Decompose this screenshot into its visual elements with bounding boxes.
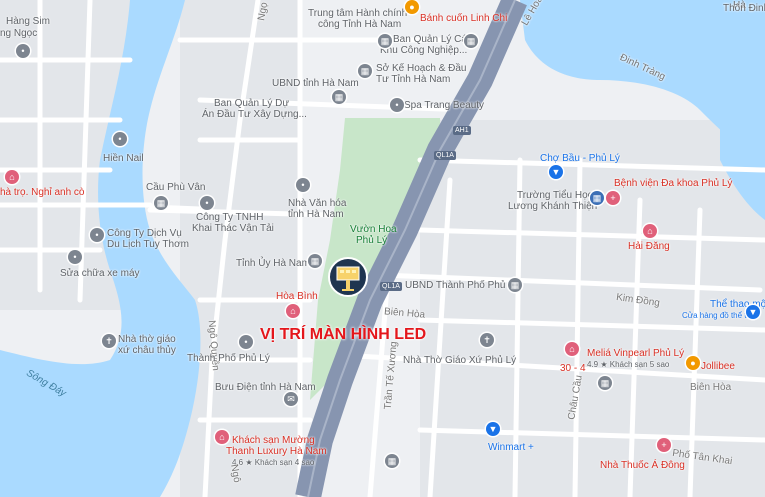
hotel-pin-icon-2[interactable]: ⌂ (643, 224, 657, 238)
hotel-pin-icon-4[interactable]: ⌂ (565, 342, 579, 356)
building-pin-icon-2[interactable]: ▦ (464, 34, 478, 48)
label-ks-muong-1: Khách sạn Mường (232, 435, 315, 446)
shopping-pin-icon-3[interactable]: ▼ (486, 422, 500, 436)
label-ban-ql-da-2: Án Đầu Tư Xây Dựng... (202, 109, 307, 120)
label-ban-ql-da-1: Ban Quản Lý Dự (214, 98, 290, 109)
label-truong-tieu-hoc-1: Trường Tiểu Học (517, 190, 593, 201)
hotel-pin-icon-3[interactable]: ⌂ (286, 304, 300, 318)
label-sua-chua: Sửa chữa xe máy (60, 268, 140, 279)
label-truong-tieu-hoc-2: Lương Khánh Thiện (508, 201, 598, 212)
led-screen-icon[interactable] (328, 257, 368, 299)
shield-ql1a-2: QL1A (380, 282, 402, 291)
label-nha-tho-phu-ly: Nhà Thờ Giáo Xứ Phủ Lý (403, 355, 517, 366)
place-pin-icon[interactable]: • (16, 44, 30, 58)
label-vuon-hoa-1: Vườn Hoa (350, 224, 397, 235)
label-hoa-binh: Hòa Bình (276, 291, 318, 302)
label-hai-dang: Hải Đăng (628, 241, 670, 252)
school-pin-icon[interactable]: ▦ (590, 191, 604, 205)
place-pin-icon-4[interactable]: • (296, 178, 310, 192)
building-pin-icon-5[interactable]: ▦ (308, 254, 322, 268)
label-hang-sim: Hàng Sim (6, 16, 50, 27)
post-office-pin-icon[interactable]: ✉ (284, 392, 298, 406)
shopping-pin-icon-2[interactable]: ▼ (746, 305, 760, 319)
building-pin-icon-7[interactable]: ▦ (598, 376, 612, 390)
church-pin-icon[interactable]: ✝ (102, 334, 116, 348)
label-cong-ty-tnhh-2: Khai Thác Vận Tải (192, 223, 274, 234)
label-ban-ql-kcn-2: Khu Công Nghiệp... (380, 45, 468, 56)
pharmacy-pin-icon[interactable]: + (657, 438, 671, 452)
label-nha-tho-giao-xu-2: xứ châu thủy (118, 345, 176, 356)
label-cau-phu-van: Cầu Phù Vân (146, 182, 206, 193)
label-trung-tam-hanh-chinh-2: công Tỉnh Hà Nam (318, 19, 402, 30)
building-pin-icon-4[interactable]: ▦ (332, 90, 346, 104)
label-vuon-hoa-2: Phủ Lý (356, 235, 388, 246)
shield-ah1: AH1 (453, 126, 471, 135)
label-thanh-pho: Thành Phố Phủ Lý (187, 353, 270, 364)
label-so-khdt-1: Sở Kế Hoạch & Đầu (376, 63, 467, 74)
label-melia-2: 4.9 ★ Khách sạn 5 sao (587, 360, 670, 369)
shield-ql1a-1: QL1A (434, 151, 456, 160)
building-pin-icon-6[interactable]: ▦ (508, 278, 522, 292)
label-hung-ngoc: ng Ngọc (0, 28, 38, 39)
label-ba-muoi-bon: 30 - 4 (560, 363, 586, 374)
label-nha-van-hoa-1: Nhà Văn hóa (288, 198, 347, 209)
label-ubnd-tinh: UBND tỉnh Hà Nam (272, 78, 359, 89)
label-banh-cuon: Bánh cuốn Linh Chi (420, 13, 508, 24)
label-ban-ql-kcn-1: Ban Quản Lý Các (393, 34, 472, 45)
label-cong-ty-dv-2: Du Lịch Tuy Thơm (107, 239, 189, 250)
place-pin-icon-5[interactable]: • (200, 196, 214, 210)
bridge-pin-icon[interactable]: ▦ (154, 196, 168, 210)
label-ks-muong-2: Thanh Luxury Hà Nam (226, 446, 327, 457)
place-pin-icon-3[interactable]: • (113, 132, 127, 146)
label-cong-ty-dv-1: Công Ty Dịch Vụ (107, 228, 182, 239)
restaurant-pin-icon[interactable]: ● (405, 0, 419, 14)
label-nha-tho-giao-xu-1: Nhà thờ giáo (118, 334, 176, 345)
label-nha-thuoc: Nhà Thuốc Á Đông (600, 460, 685, 471)
place-pin-icon-2[interactable]: • (390, 98, 404, 112)
label-buu-dien: Bưu Điện tỉnh Hà Nam (215, 382, 316, 393)
label-ubnd-thanh-pho: UBND Thành Phố Phủ Lý (405, 280, 519, 291)
label-cho-bau: Chợ Bầu - Phủ Lý (540, 153, 620, 164)
label-nha-tro: hà trọ. Nghỉ anh cò (0, 187, 85, 198)
label-tinh-uy: Tỉnh Ủy Hà Nam (236, 258, 310, 269)
building-pin-icon-8[interactable]: ▦ (385, 454, 399, 468)
label-nha-van-hoa-2: tỉnh Hà Nam (288, 209, 344, 220)
label-so-khdt-2: Tư Tỉnh Hà Nam (376, 74, 451, 85)
label-ks-muong-3: 4.6 ★ Khách sạn 4 sao (232, 458, 315, 467)
label-jollibee: Jollibee (701, 361, 735, 372)
restaurant-pin-icon-2[interactable]: ● (686, 356, 700, 370)
label-bien-hoa-2: Biên Hòa (690, 382, 732, 393)
hotel-pin-icon[interactable]: ⌂ (5, 170, 19, 184)
label-melia-1: Meliá Vinpearl Phủ Lý (587, 348, 685, 359)
place-pin-icon-7[interactable]: • (68, 250, 82, 264)
place-pin-icon-6[interactable]: • (90, 228, 104, 242)
shopping-pin-icon[interactable]: ▼ (549, 165, 563, 179)
hotel-pin-icon-5[interactable]: ⌂ (215, 430, 229, 444)
place-pin-icon-8[interactable]: • (239, 335, 253, 349)
map-canvas[interactable]: Hàng Sim ng Ngọc Trung tâm Hành chính cô… (0, 0, 765, 497)
label-cong-ty-tnhh-1: Công Ty TNHH (196, 212, 264, 223)
label-spa: Spa Trang Beauty (404, 100, 485, 111)
hospital-pin-icon[interactable]: + (606, 191, 620, 205)
label-benh-vien: Bệnh viện Đa khoa Phủ Lý (614, 178, 733, 189)
church-pin-icon-2[interactable]: ✝ (480, 333, 494, 347)
label-thon-dinh-2: Thôn Đinh (723, 3, 765, 14)
label-hien-nail: Hiền Nail (103, 153, 144, 164)
label-winmart: Winmart + (488, 442, 534, 453)
building-pin-icon-3[interactable]: ▦ (358, 64, 372, 78)
led-location-label: VỊ TRÍ MÀN HÌNH LED (260, 326, 427, 343)
label-trung-tam-hanh-chinh-1: Trung tâm Hành chính (308, 8, 408, 19)
building-pin-icon[interactable]: ▦ (378, 34, 392, 48)
